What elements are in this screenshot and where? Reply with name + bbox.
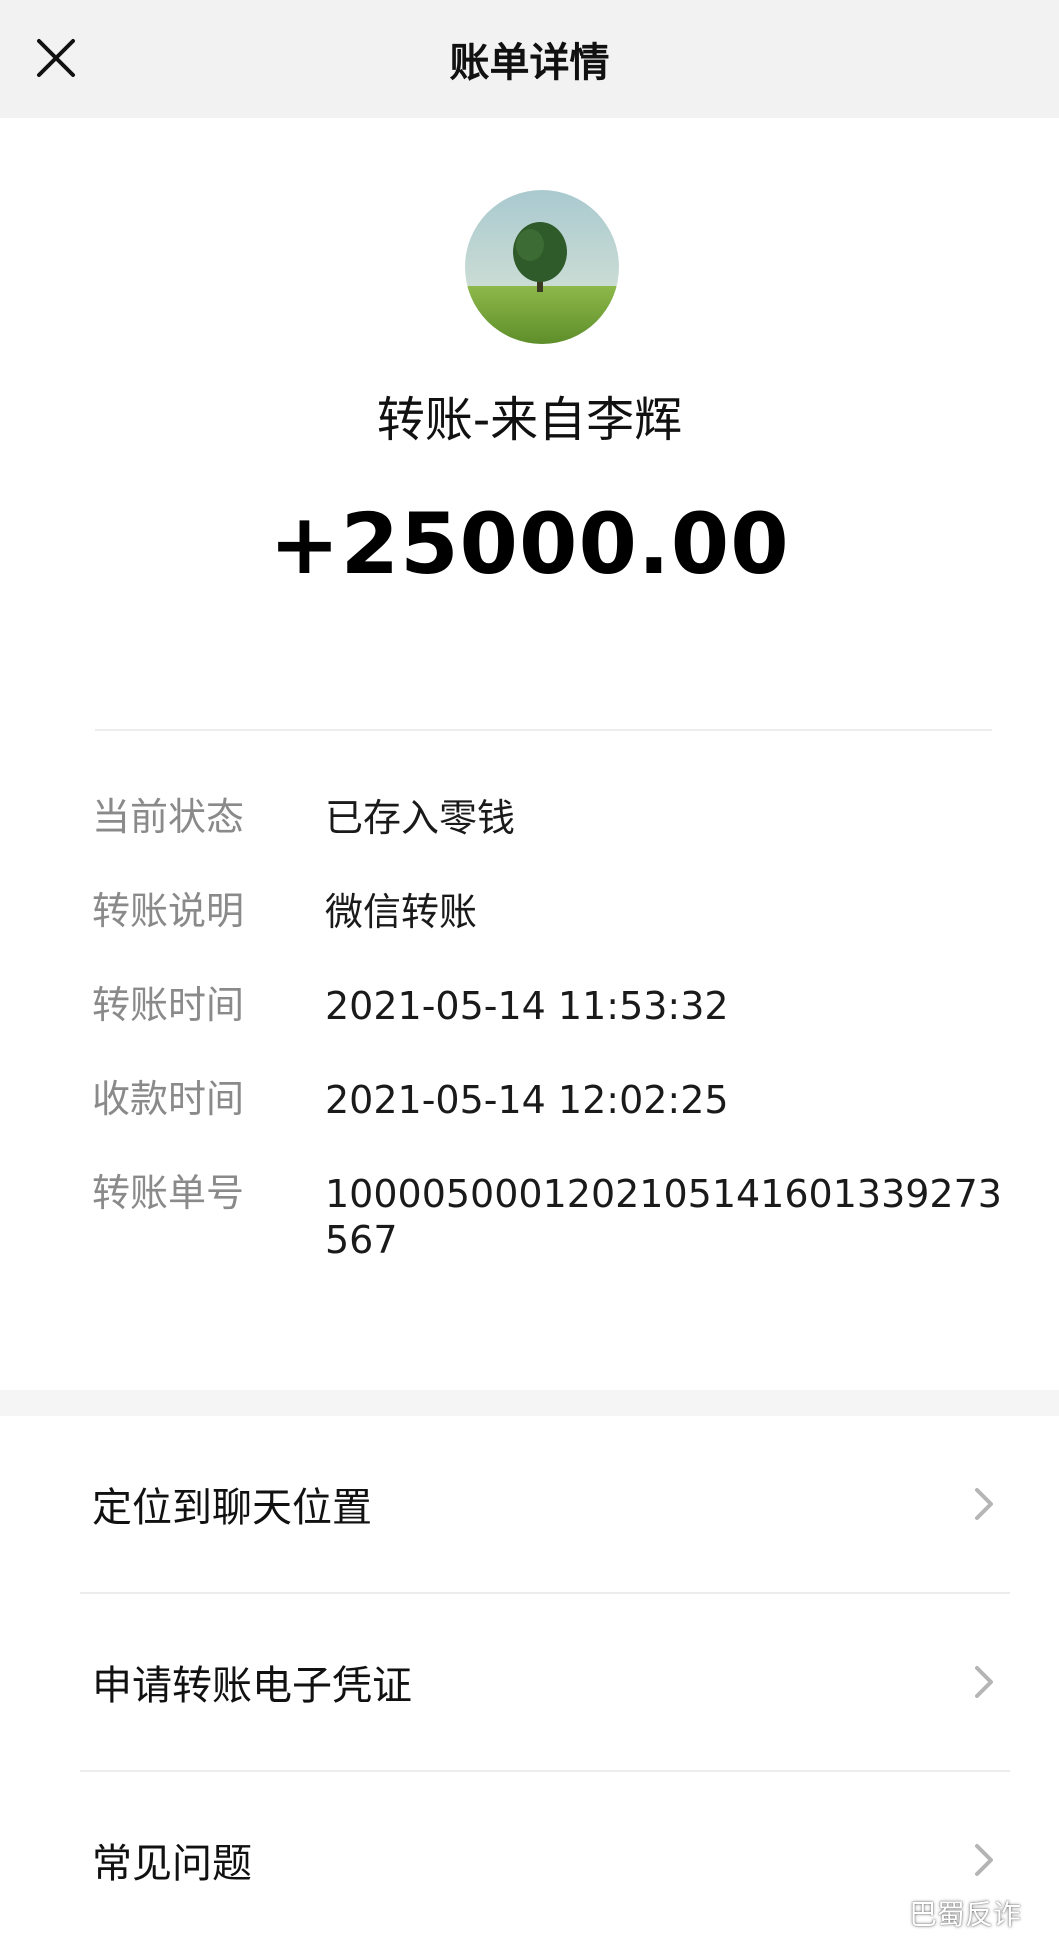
detail-value: 1000050001202105141601339273567 <box>325 1172 1002 1262</box>
menu-item-label: 定位到聊天位置 <box>92 1485 372 1531</box>
detail-label: 转账单号 <box>92 1171 245 1215</box>
detail-row-transfer-time: 转账时间 2021-05-14 11:53:32 <box>92 983 1012 1029</box>
detail-value: 微信转账 <box>325 890 478 934</box>
avatar <box>465 190 619 344</box>
watermark-text: 巴蜀反诈 <box>908 1898 1021 1931</box>
detail-row-note: 转账说明 微信转账 <box>92 889 1012 935</box>
chevron-right-icon <box>975 1666 993 1698</box>
divider <box>95 729 992 731</box>
detail-value: 2021-05-14 11:53:32 <box>325 984 729 1028</box>
locate-chat-item[interactable]: 定位到聊天位置 <box>0 1416 1059 1592</box>
payer-label: 转账-来自李辉 <box>376 392 683 448</box>
detail-label: 当前状态 <box>92 795 245 839</box>
menu-item-label: 常见问题 <box>92 1841 252 1887</box>
close-icon <box>37 39 75 77</box>
section-gap <box>0 1390 1059 1416</box>
chevron-right-icon <box>975 1488 993 1520</box>
transfer-details: 当前状态 已存入零钱 转账说明 微信转账 转账时间 2021-05-14 11:… <box>92 795 1012 1311</box>
detail-value: 已存入零钱 <box>325 796 516 840</box>
top-bar: 账单详情 <box>0 0 1059 118</box>
close-button[interactable] <box>28 30 84 86</box>
action-menu: 定位到聊天位置 申请转账电子凭证 常见问题 <box>0 1416 1059 1948</box>
detail-row-status: 当前状态 已存入零钱 <box>92 795 1012 841</box>
wechat-icon <box>865 1900 901 1926</box>
detail-row-order-number: 转账单号 1000050001202105141601339273567 <box>92 1171 1012 1263</box>
chevron-right-icon <box>975 1844 993 1876</box>
detail-row-receive-time: 收款时间 2021-05-14 12:02:25 <box>92 1077 1012 1123</box>
detail-label: 转账时间 <box>92 983 245 1027</box>
detail-value: 2021-05-14 12:02:25 <box>325 1078 729 1122</box>
request-receipt-item[interactable]: 申请转账电子凭证 <box>0 1594 1059 1770</box>
page-title: 账单详情 <box>449 40 610 86</box>
menu-item-label: 申请转账电子凭证 <box>92 1663 412 1709</box>
transfer-amount: +25000.00 <box>269 495 790 593</box>
detail-label: 转账说明 <box>92 889 245 933</box>
detail-label: 收款时间 <box>92 1077 245 1121</box>
watermark: 巴蜀反诈 <box>865 1893 1021 1933</box>
